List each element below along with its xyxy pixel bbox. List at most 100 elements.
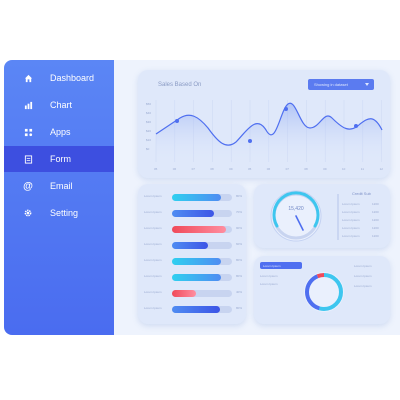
sidebar-item-label: Dashboard <box>50 73 95 83</box>
sidebar: Dashboard Chart Apps Form @ Email Settin… <box>4 60 114 335</box>
sidebar-item-label: Chart <box>50 100 73 110</box>
x-tick-label: 06 <box>173 167 177 171</box>
main-panel: Sales Based On Showing in dataset $50 $40… <box>114 60 400 335</box>
x-tick-label: 05 <box>248 167 252 171</box>
sidebar-item-dashboard[interactable]: Dashboard <box>4 65 114 91</box>
progress-label: Lorem Ipsum <box>144 258 162 262</box>
credit-list-value: 1200 <box>372 234 379 238</box>
progress-row: Lorem Ipsum 80% <box>144 192 244 202</box>
y-tick-label: $40 <box>146 111 151 115</box>
sidebar-item-label: Apps <box>50 127 71 137</box>
progress-value: 80% <box>236 306 243 310</box>
gear-icon <box>22 207 34 219</box>
sidebar-item-form[interactable]: Form <box>4 146 114 172</box>
progress-row: Lorem Ipsum 80% <box>144 272 244 282</box>
gauge-card: 15,420 Credit Sub Lorem Ipsum 1200 Lorem I… <box>254 184 390 248</box>
progress-label: Lorem Ipsum <box>144 306 162 310</box>
credit-list-label: Lorem Ipsum <box>342 202 360 206</box>
y-tick-label: $20 <box>146 129 151 133</box>
x-tick-label: 07 <box>192 167 196 171</box>
progress-fill <box>172 258 222 265</box>
x-tick-label: 11 <box>361 167 364 171</box>
sidebar-item-label: Email <box>50 181 73 191</box>
x-tick-label: 10 <box>342 167 346 171</box>
sidebar-item-chart[interactable]: Chart <box>4 92 114 118</box>
progress-track <box>172 242 232 249</box>
apps-icon <box>22 126 34 138</box>
progress-row: Lorem Ipsum 40% <box>144 288 244 298</box>
x-tick-label: 08 <box>210 167 214 171</box>
x-tick-label: 12 <box>380 167 384 171</box>
x-tick-label: 07 <box>286 167 290 171</box>
progress-track <box>172 258 232 265</box>
x-tick-label: 06 <box>267 167 271 171</box>
progress-track <box>172 194 232 201</box>
progress-value: 80% <box>236 274 243 278</box>
progress-row: Lorem Ipsum 80% <box>144 304 244 314</box>
x-tick-label: 09 <box>229 167 233 171</box>
home-icon <box>22 72 34 84</box>
chart-icon <box>22 99 34 111</box>
y-tick-label: $30 <box>146 120 151 124</box>
progress-value: 70% <box>236 210 243 214</box>
y-tick-label: $50 <box>146 102 151 106</box>
data-point[interactable] <box>284 107 288 111</box>
progress-bars-card: Lorem Ipsum 80% Lorem Ipsum 70% Lorem Ipsum 9… <box>138 184 246 324</box>
credit-list-value: 1200 <box>372 202 379 206</box>
credit-list-label: Lorem Ipsum <box>342 226 360 230</box>
y-tick-label: $10 <box>146 138 151 142</box>
progress-value: 60% <box>236 242 243 246</box>
progress-row: Lorem Ipsum 80% <box>144 256 244 266</box>
progress-fill <box>172 274 222 281</box>
credit-list-value: 1200 <box>372 210 379 214</box>
app-window: Dashboard Chart Apps Form @ Email Settin… <box>4 60 400 335</box>
sidebar-item-apps[interactable]: Apps <box>4 119 114 145</box>
form-icon <box>22 153 34 165</box>
progress-value: 80% <box>236 258 243 262</box>
sales-chart-card: Sales Based On Showing in dataset $50 $40… <box>138 70 390 178</box>
progress-label: Lorem Ipsum <box>144 210 162 214</box>
progress-fill <box>172 210 214 217</box>
data-point[interactable] <box>175 119 179 123</box>
progress-row: Lorem Ipsum 70% <box>144 208 244 218</box>
gauge-value: 15,420 <box>288 206 304 212</box>
credit-list-label: Lorem Ipsum <box>342 234 360 238</box>
progress-label: Lorem Ipsum <box>144 274 162 278</box>
progress-fill <box>172 290 196 297</box>
data-point[interactable] <box>354 124 358 128</box>
progress-row: Lorem Ipsum 60% <box>144 240 244 250</box>
sales-line-chart: $50 $40 $30 $20 $10 $0 05 06 07 08 09 05 06 07 08 09 10… <box>146 100 384 171</box>
progress-label: Lorem Ipsum <box>144 226 162 230</box>
donut-chart <box>304 272 344 312</box>
progress-label: Lorem Ipsum <box>144 242 162 246</box>
progress-fill <box>172 242 208 249</box>
x-tick-label: 09 <box>323 167 327 171</box>
credit-list-label: Lorem Ipsum <box>342 218 360 222</box>
progress-fill <box>172 306 220 313</box>
sidebar-item-label: Setting <box>50 208 79 218</box>
progress-track <box>172 290 232 297</box>
progress-label: Lorem Ipsum <box>144 194 162 198</box>
progress-value: 90% <box>236 226 243 230</box>
sidebar-item-setting[interactable]: Setting <box>4 200 114 226</box>
progress-row: Lorem Ipsum 90% <box>144 224 244 234</box>
donut-card: Lorem Ipsum Lorem Ipsum Lorem Ipsum Lorem… <box>254 256 390 324</box>
progress-label: Lorem Ipsum <box>144 290 162 294</box>
progress-fill <box>172 226 226 233</box>
progress-fill <box>172 194 222 201</box>
progress-track <box>172 274 232 281</box>
progress-track <box>172 226 232 233</box>
progress-value: 40% <box>236 290 243 294</box>
data-point[interactable] <box>248 139 252 143</box>
credit-list-value: 1200 <box>372 218 379 222</box>
sidebar-item-label: Form <box>50 154 71 164</box>
progress-track <box>172 306 232 313</box>
progress-track <box>172 210 232 217</box>
x-tick-label: 05 <box>154 167 158 171</box>
credit-list-value: 1200 <box>372 226 379 230</box>
credit-list-label: Lorem Ipsum <box>342 210 360 214</box>
sidebar-item-email[interactable]: @ Email <box>4 173 114 199</box>
at-icon: @ <box>23 180 33 192</box>
gauge-list-title: Credit Sub <box>352 191 371 196</box>
progress-value: 80% <box>236 194 243 198</box>
